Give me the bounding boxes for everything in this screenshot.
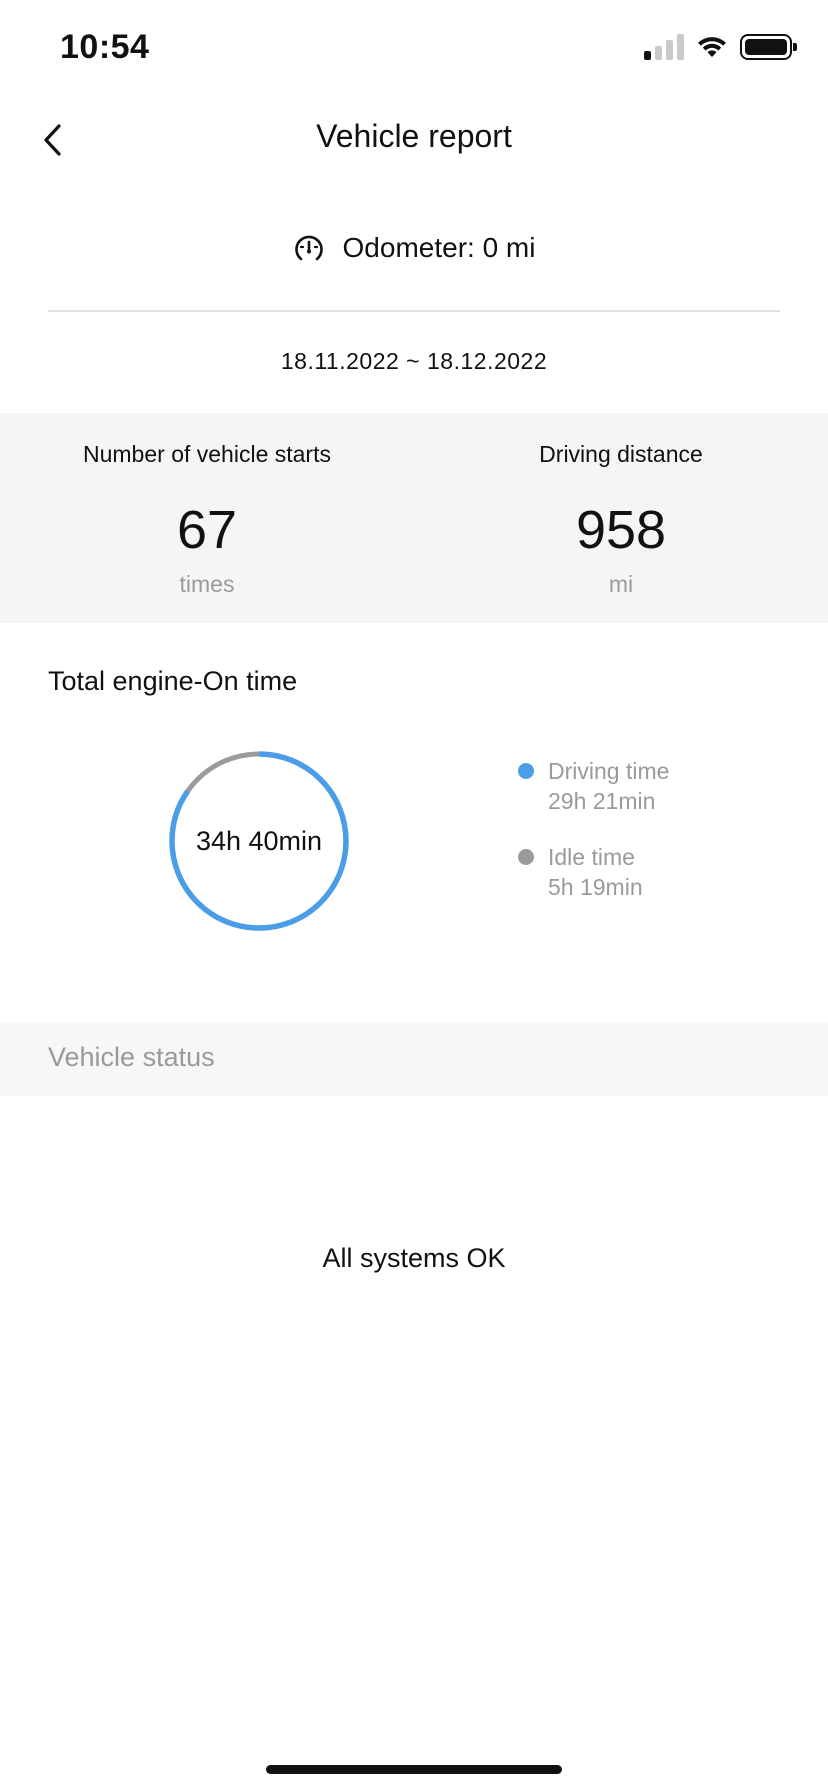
vehicle-starts-stat: Number of vehicle starts 67 times [0,413,414,623]
status-time: 10:54 [60,28,150,66]
legend-value-idle: 5h 19min [548,874,643,900]
status-bar: 10:54 [0,0,828,100]
legend-label-driving: Driving time [548,758,670,784]
vehicle-starts-value: 67 [176,500,238,560]
vehicle-status-header: Vehicle status [0,1022,828,1096]
divider [48,310,780,312]
engine-time-legend: Driving time 29h 21min Idle time 5h 19mi… [516,756,669,928]
legend-label-idle: Idle time [548,844,635,870]
wifi-icon [698,37,726,57]
engine-time-total: 34h 40min [195,825,323,856]
status-icons [644,34,797,60]
odometer-label: Odometer: 0 mi [342,232,536,263]
legend-value-driving: 29h 21min [548,788,656,814]
driving-distance-label: Driving distance [539,441,703,467]
engine-time-donut: 34h 40min [166,748,352,934]
battery-level [745,39,787,55]
speedometer-icon [294,235,323,261]
vehicle-status-message: All systems OK [322,1243,506,1273]
cellular-signal-icon [644,34,684,60]
legend-dot-driving [518,763,534,779]
legend-item-idle: Idle time 5h 19min [516,842,669,902]
header-bar: Vehicle report [0,100,828,180]
vehicle-starts-label: Number of vehicle starts [83,441,331,467]
battery-icon [740,34,797,60]
vehicle-status-title: Vehicle status [48,1042,215,1072]
driving-distance-unit: mi [608,571,634,597]
page-title: Vehicle report [316,118,512,154]
odometer-row: Odometer: 0 mi [0,232,828,264]
driving-distance-stat: Driving distance 958 mi [414,413,828,623]
legend-item-driving: Driving time 29h 21min [516,756,669,816]
stats-band: Number of vehicle starts 67 times Drivin… [0,413,828,623]
driving-distance-value: 958 [575,500,667,560]
home-indicator[interactable] [266,1765,562,1774]
vehicle-report-screen: 10:54 Vehicle report Odometer: 0 mi 18.1… [0,0,828,1792]
vehicle-starts-unit: times [179,571,235,597]
legend-dot-idle [518,849,534,865]
engine-time-title: Total engine-On time [48,666,298,696]
date-range: 18.11.2022 ~ 18.12.2022 [280,348,548,374]
